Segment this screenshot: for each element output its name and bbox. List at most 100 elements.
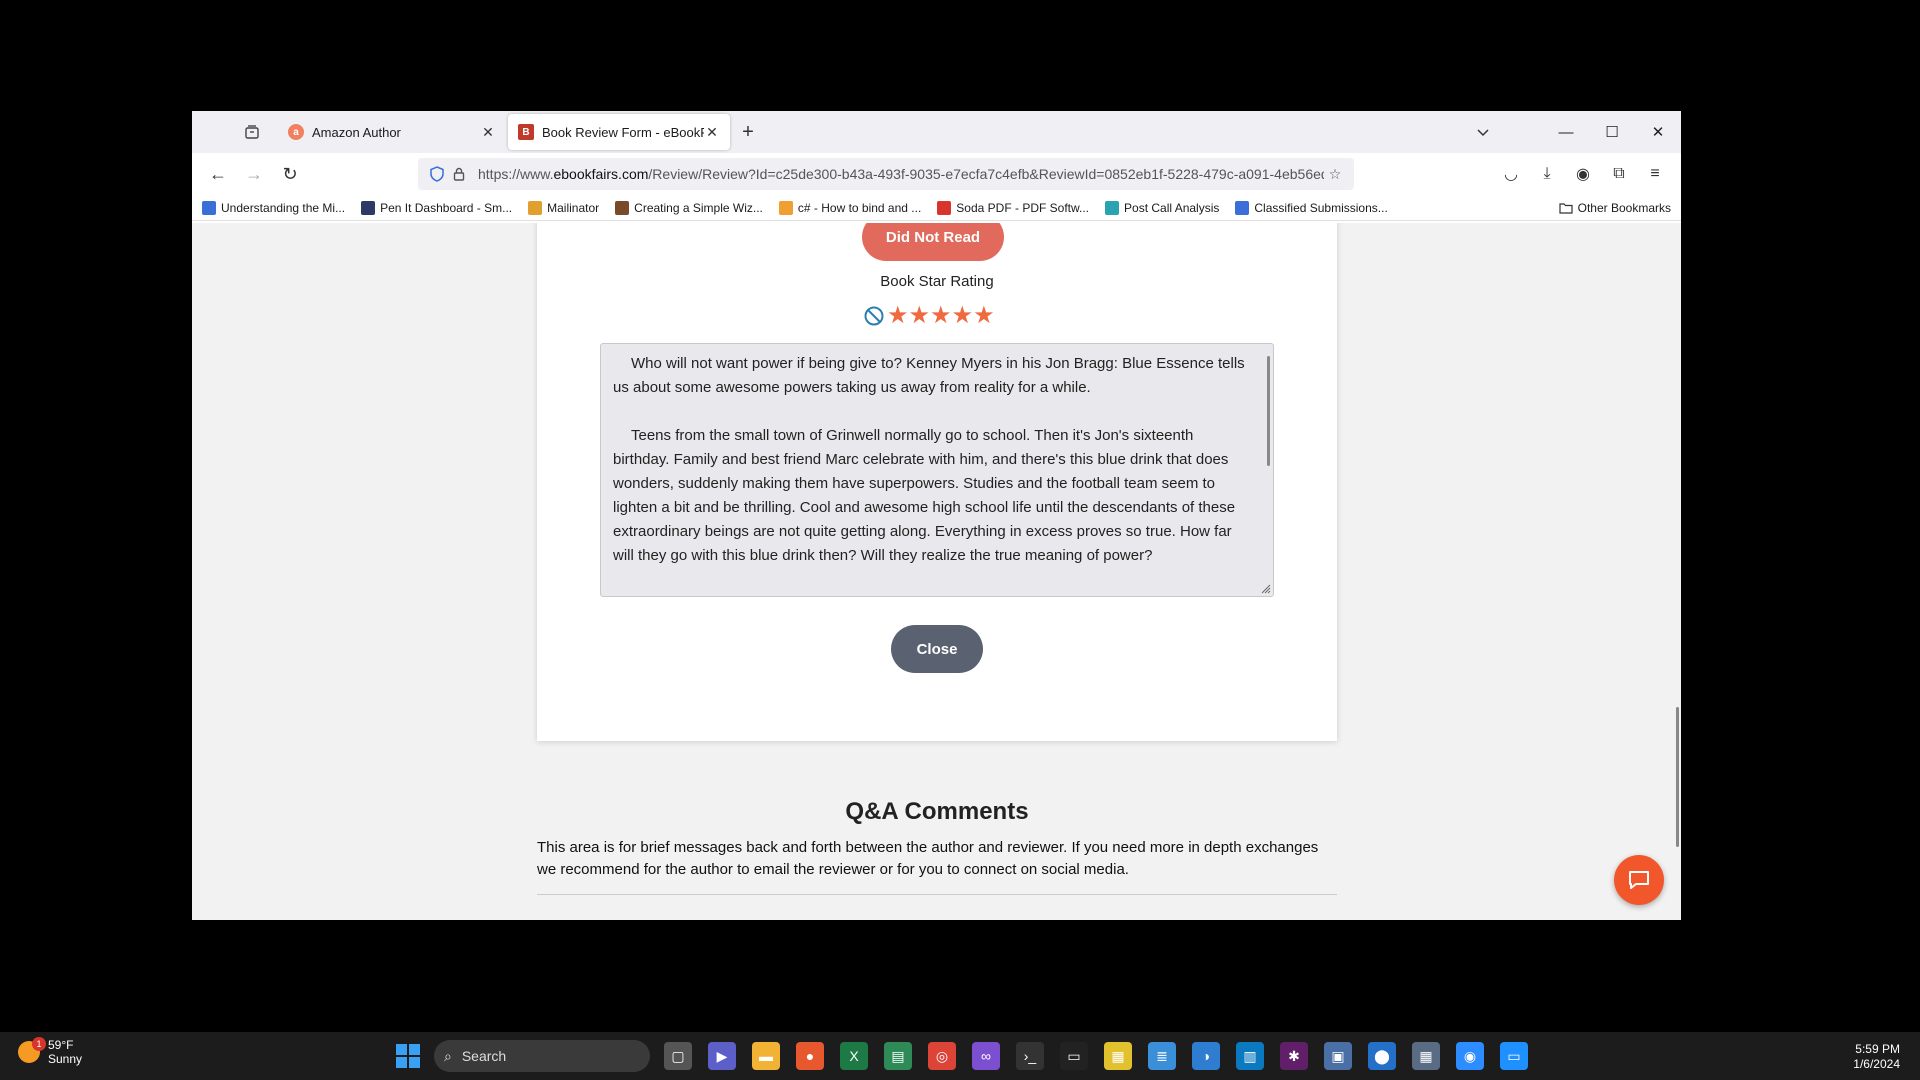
lock-icon[interactable] <box>448 167 470 181</box>
textarea-scrollbar[interactable] <box>1267 356 1270 466</box>
clock-date: 1/6/2024 <box>1853 1057 1900 1071</box>
resize-handle-icon[interactable] <box>1259 582 1271 594</box>
ebookfairs-favicon-icon: B <box>518 124 534 140</box>
calculator-icon[interactable]: ▦ <box>1412 1042 1440 1070</box>
zoom-icon[interactable]: ◉ <box>1456 1042 1484 1070</box>
system-clock[interactable]: 5:59 PM 1/6/2024 <box>1853 1042 1900 1072</box>
minimize-button[interactable]: — <box>1543 111 1589 153</box>
pinned-apps: ▢ ▶ ▬ ● X ▤ ◎ ∞ ›_ ▭ ▦ ≣ ◑ ▥ ✱ ▣ ⬤ ▦ ◉ ▭ <box>664 1042 1544 1070</box>
file-explorer-icon[interactable]: ▬ <box>752 1042 780 1070</box>
did-not-read-button[interactable]: Did Not Read <box>862 223 1004 261</box>
star-1-icon[interactable]: ★ <box>887 304 909 328</box>
tab-book-review-form[interactable]: B Book Review Form - eBookFairs ✕ <box>508 114 730 150</box>
pocket-icon: ◡ <box>1504 166 1518 183</box>
extensions-button[interactable]: ⧉ <box>1601 158 1637 190</box>
close-window-button[interactable]: ✕ <box>1635 111 1681 153</box>
star-3-icon[interactable]: ★ <box>930 304 952 328</box>
forward-button[interactable]: → <box>236 158 272 190</box>
weather-widget[interactable]: 1 59°F Sunny <box>18 1037 82 1066</box>
url-path: /Review/Review?Id=c25de300-b43a-493f-903… <box>648 166 1324 182</box>
photos-icon[interactable]: ◑ <box>1192 1042 1220 1070</box>
trello-icon[interactable]: ▥ <box>1236 1042 1264 1070</box>
visual-studio-icon[interactable]: ∞ <box>972 1042 1000 1070</box>
bookmark-label: c# - How to bind and ... <box>797 200 922 215</box>
taskbar-search[interactable]: ⌕ Search <box>434 1040 650 1072</box>
maximize-button[interactable]: ☐ <box>1589 111 1635 153</box>
downloads-button[interactable]: ⤓ <box>1529 158 1565 190</box>
navigation-toolbar: ← → ↻ https://www.ebookfairs.com/Review/… <box>192 153 1681 195</box>
terminal-icon[interactable]: ›_ <box>1016 1042 1044 1070</box>
sun-icon: 1 <box>18 1037 46 1063</box>
console-icon[interactable]: ▭ <box>1060 1042 1088 1070</box>
bookmark-label: Post Call Analysis <box>1124 200 1220 215</box>
chat-bubble-icon <box>1629 871 1649 889</box>
page-scrollbar[interactable] <box>1676 707 1679 847</box>
qa-comments-description: This area is for brief messages back and… <box>537 839 1319 878</box>
shield-icon[interactable] <box>426 166 448 182</box>
no-rating-icon[interactable] <box>863 305 885 327</box>
star-2-icon[interactable]: ★ <box>909 304 931 328</box>
bookmark-item[interactable]: Understanding the Mi... <box>202 200 345 215</box>
bookmark-item[interactable]: Pen It Dashboard - Sm... <box>361 200 513 215</box>
bookmark-label: Soda PDF - PDF Softw... <box>956 200 1090 215</box>
task-view-icon[interactable]: ▢ <box>664 1042 692 1070</box>
qa-comments-title: Q&A Comments <box>845 798 1029 825</box>
bookmark-favicon-icon <box>937 200 952 215</box>
url-prefix: https://www. <box>478 166 554 182</box>
excel-icon[interactable]: X <box>840 1042 868 1070</box>
address-bar[interactable]: https://www.ebookfairs.com/Review/Review… <box>418 158 1354 190</box>
spreadsheet-icon[interactable]: ▤ <box>884 1042 912 1070</box>
tab-amazon-author[interactable]: a Amazon Author ✕ <box>278 114 506 150</box>
url-domain: ebookfairs.com <box>553 166 649 182</box>
new-tab-button[interactable]: + <box>730 114 766 150</box>
bookmark-item[interactable]: Mailinator <box>528 200 599 215</box>
remote-desktop-icon[interactable]: ▣ <box>1324 1042 1352 1070</box>
slack-icon[interactable]: ✱ <box>1280 1042 1308 1070</box>
divider <box>537 894 1337 895</box>
clock-time: 5:59 PM <box>1855 1042 1900 1056</box>
pocket-button[interactable]: ◡ <box>1493 158 1529 190</box>
bookmarks-toolbar: Understanding the Mi... Pen It Dashboard… <box>192 195 1681 221</box>
star-bookmark-icon[interactable]: ☆ <box>1324 166 1346 183</box>
download-icon: ⤓ <box>1543 165 1551 182</box>
bookmark-item[interactable]: c# - How to bind and ... <box>778 200 922 215</box>
star-4-icon[interactable]: ★ <box>952 304 974 328</box>
plus-icon: + <box>742 120 754 143</box>
chat-widget-button[interactable] <box>1614 855 1664 905</box>
teams-icon[interactable]: ▶ <box>708 1042 736 1070</box>
tab-close-icon[interactable]: ✕ <box>480 124 496 140</box>
tab-close-icon[interactable]: ✕ <box>704 124 720 140</box>
star-5-icon[interactable]: ★ <box>973 304 995 328</box>
other-bookmarks-label: Other Bookmarks <box>1577 200 1671 215</box>
bookmark-item[interactable]: Soda PDF - PDF Softw... <box>937 200 1090 215</box>
bookmark-item[interactable]: Classified Submissions... <box>1235 200 1388 215</box>
chrome-icon[interactable]: ◎ <box>928 1042 956 1070</box>
review-card: Did Not Read Book Star Rating ★ ★ ★ ★ ★ … <box>537 223 1337 741</box>
weather-temp: 59°F <box>48 1038 74 1052</box>
firefox-icon[interactable]: ● <box>796 1042 824 1070</box>
review-paragraph: Teens from the small town of Grinwell no… <box>613 427 1236 564</box>
maps-icon[interactable]: ⬤ <box>1368 1042 1396 1070</box>
notepad-icon[interactable]: ≣ <box>1148 1042 1176 1070</box>
bookmark-item[interactable]: Creating a Simple Wiz... <box>615 200 763 215</box>
close-button[interactable]: Close <box>891 625 983 673</box>
sticky-notes-icon[interactable]: ▦ <box>1104 1042 1132 1070</box>
arrow-left-icon: ← <box>209 163 227 184</box>
bookmark-item[interactable]: Post Call Analysis <box>1105 200 1220 215</box>
bookmark-favicon-icon <box>1105 200 1120 215</box>
list-all-tabs-button[interactable] <box>1465 111 1501 153</box>
account-button[interactable]: ◉ <box>1565 158 1601 190</box>
start-button[interactable] <box>396 1044 420 1068</box>
bookmark-favicon-icon <box>528 200 543 215</box>
amazon-favicon-icon: a <box>288 124 304 140</box>
window-app-icon[interactable]: ▭ <box>1500 1042 1528 1070</box>
menu-button[interactable]: ≡ <box>1637 158 1673 190</box>
back-button[interactable]: ← <box>200 158 236 190</box>
window-controls: — ☐ ✕ <box>1543 111 1681 153</box>
bookmark-label: Classified Submissions... <box>1254 200 1388 215</box>
reload-button[interactable]: ↻ <box>272 158 308 190</box>
other-bookmarks[interactable]: Other Bookmarks <box>1559 201 1671 215</box>
bookmark-label: Pen It Dashboard - Sm... <box>380 200 513 215</box>
review-textarea[interactable]: Who will not want power if being give to… <box>600 343 1274 597</box>
tab-list-button[interactable] <box>230 114 274 150</box>
